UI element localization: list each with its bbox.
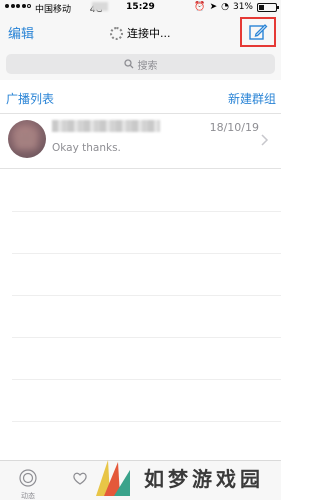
watermark-text: 如梦游戏园 [144, 467, 264, 491]
status-right-group: ⏰ ➤ ◔ 31% [194, 2, 279, 12]
edit-button[interactable]: 编辑 [8, 23, 34, 42]
battery-icon [257, 2, 279, 12]
chat-last-message: Okay thanks. [52, 142, 121, 154]
battery-percent: 31% [232, 2, 253, 12]
list-header: 广播列表 新建群组 [0, 80, 281, 114]
search-placeholder: 搜索 [137, 60, 158, 72]
row-divider [12, 421, 281, 422]
connection-status: 连接中... [110, 25, 171, 41]
row-divider [12, 211, 281, 212]
chat-list-item[interactable]: 18/10/19 Okay thanks. [0, 114, 281, 169]
status-icon [19, 469, 37, 487]
alarm-icon: ⏰ [194, 2, 206, 12]
search-icon [123, 59, 133, 69]
watermark: 如梦游戏园 [90, 455, 281, 500]
tab-status[interactable]: 动态 [8, 461, 48, 500]
avatar [8, 120, 46, 158]
compose-icon [249, 24, 268, 40]
new-group-link[interactable]: 新建群组 [228, 90, 276, 107]
broadcast-list-link[interactable]: 广播列表 [6, 90, 54, 107]
heart-icon [73, 472, 87, 485]
loading-spinner-icon [110, 26, 123, 40]
clock-icon: ◔ [221, 2, 229, 12]
row-divider [12, 253, 281, 254]
blurred-contact-name [52, 120, 160, 132]
search-input[interactable]: 搜索 [6, 54, 275, 74]
battery-fill [259, 4, 264, 10]
navigation-bar: 编辑 连接中... [0, 16, 281, 48]
status-bar: 中国移动 4G 15:29 ⏰ ➤ ◔ 31% [0, 0, 281, 16]
chevron-right-icon [261, 134, 269, 146]
tab-status-label: 动态 [21, 492, 35, 500]
row-divider [12, 379, 281, 380]
location-icon: ➤ [209, 2, 218, 12]
row-divider [12, 295, 281, 296]
search-area: 搜索 [0, 48, 281, 80]
chat-date: 18/10/19 [209, 121, 259, 134]
row-divider [12, 337, 281, 338]
watermark-logo-icon [96, 459, 130, 496]
connection-status-label: 连接中... [127, 27, 171, 40]
compose-button[interactable] [240, 17, 276, 47]
